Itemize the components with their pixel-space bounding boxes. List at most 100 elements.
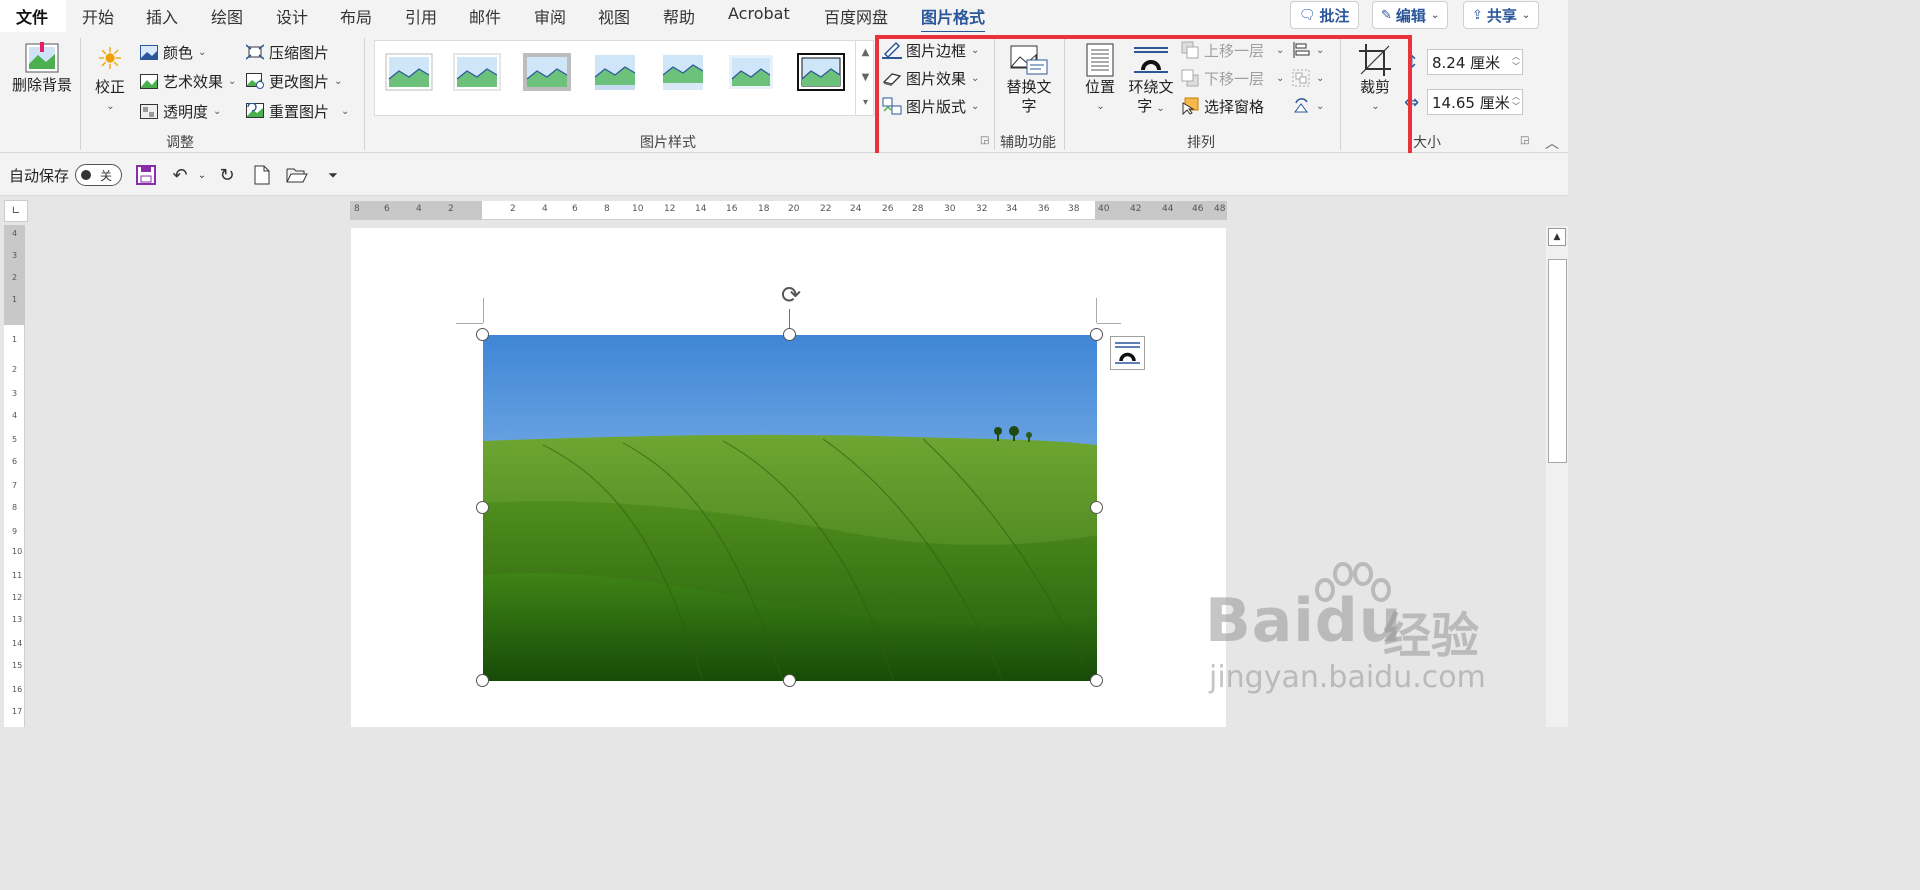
tab-view[interactable]: 视图 (598, 4, 630, 28)
tab-mailings[interactable]: 邮件 (469, 4, 501, 28)
tab-help[interactable]: 帮助 (663, 4, 695, 28)
dialog-launcher-icon[interactable]: ◲ (980, 135, 989, 146)
resize-handle-top-left[interactable] (476, 328, 489, 341)
picture-style-5[interactable] (657, 51, 709, 93)
horizontal-ruler: 864 224 6 8 10 12 14 16 18 20 22 24 26 28 30 32 34… (350, 201, 1227, 220)
width-spinner[interactable]: ︿ ﹀ (1510, 92, 1522, 112)
comments-button[interactable]: 🗨 批注 (1290, 1, 1359, 29)
picture-layout-button[interactable]: 图片版式 ⌄ (882, 94, 979, 118)
rotate-handle-icon[interactable]: ⟳ (776, 281, 806, 309)
change-picture-button[interactable]: 更改图片 ⌄ (245, 69, 342, 93)
corrections-button[interactable]: ☀ 校正 ⌄ (88, 42, 132, 116)
resize-handle-left[interactable] (476, 501, 489, 514)
chevron-down-icon: ⌄ (106, 101, 115, 112)
customize-toolbar-icon[interactable]: ⏷ (321, 163, 345, 187)
send-backward-button[interactable]: 下移一层 ⌄ (1180, 66, 1284, 90)
tab-draw[interactable]: 绘图 (211, 4, 243, 28)
rotate-icon (1291, 97, 1311, 115)
undo-icon[interactable]: ↶ (168, 163, 192, 187)
position-button[interactable]: 位置 ⌄ (1078, 42, 1122, 116)
scroll-thumb[interactable] (1548, 259, 1567, 463)
save-icon[interactable] (134, 163, 158, 187)
remove-background-button[interactable]: 删除背景 (10, 42, 74, 95)
tab-file[interactable]: 文件 (0, 0, 66, 32)
scroll-up-icon[interactable]: ▲ (1548, 228, 1566, 246)
new-document-icon[interactable] (250, 163, 274, 187)
size-dialog-launcher-icon[interactable]: ◲ (1520, 135, 1529, 146)
transparency-label: 透明度 (163, 102, 209, 121)
picture-style-6[interactable] (725, 51, 777, 93)
ribbon: 删除背景 ☀ 校正 ⌄ 颜色 ⌄ 艺术效果 ⌄ 透明度 ⌄ 压缩图片 更改图片 ⌄ 重置… (0, 32, 1568, 181)
tab-references[interactable]: 引用 (405, 4, 437, 28)
tab-baidu-netdisk[interactable]: 百度网盘 (824, 4, 888, 28)
crop-button[interactable]: 裁剪 ⌄ (1352, 42, 1398, 116)
resize-handle-top-right[interactable] (1090, 328, 1103, 341)
bring-forward-icon (1180, 41, 1200, 59)
group-objects-button[interactable]: ⌄ (1291, 66, 1324, 90)
picture-style-thumbnail (453, 53, 501, 91)
reset-picture-button[interactable]: 重置图片 ⌄ (245, 99, 349, 123)
tab-review[interactable]: 审阅 (534, 4, 566, 28)
resize-handle-bottom-left[interactable] (476, 674, 489, 687)
picture-style-7[interactable] (795, 51, 847, 93)
picture-border-button[interactable]: 图片边框 ⌄ (882, 38, 979, 62)
color-button[interactable]: 颜色 ⌄ (139, 40, 206, 64)
chevron-down-icon: ⌄ (1096, 101, 1105, 112)
compress-pictures-button[interactable]: 压缩图片 (245, 40, 329, 64)
height-field[interactable]: 8.24 厘米 ︿ ﹀ (1427, 49, 1523, 75)
picture-styles-group-label: 图片样式 (640, 135, 696, 151)
selected-picture[interactable] (483, 335, 1097, 681)
chevron-down-icon: ⌄ (1316, 72, 1325, 84)
resize-handle-bottom-right[interactable] (1090, 674, 1103, 687)
redo-icon[interactable]: ↻ (215, 163, 239, 187)
tab-acrobat[interactable]: Acrobat (728, 4, 790, 23)
picture-style-3[interactable] (521, 51, 573, 93)
autosave-state: 关 (100, 169, 113, 183)
gallery-scroll-up-icon[interactable]: ▲ (855, 40, 875, 65)
tab-layout[interactable]: 布局 (340, 4, 372, 28)
vertical-scrollbar[interactable]: ▲ (1546, 226, 1568, 727)
rotate-button[interactable]: ⌄ (1291, 94, 1324, 118)
resize-handle-bottom[interactable] (783, 674, 796, 687)
share-button[interactable]: ⇪ 共享 ⌄ (1463, 1, 1540, 29)
tab-selector-icon[interactable]: ∟ (4, 200, 28, 222)
editing-button[interactable]: ✎ 编辑 ⌄ (1372, 1, 1449, 29)
alt-text-button[interactable]: 替换文字 (1006, 42, 1052, 116)
bring-forward-button[interactable]: 上移一层 ⌄ (1180, 38, 1284, 62)
picture-style-1[interactable] (383, 51, 435, 93)
picture-styles-gallery (374, 40, 874, 116)
height-spinner[interactable]: ︿ ﹀ (1510, 52, 1522, 72)
picture-style-4[interactable] (589, 51, 641, 93)
wrap-text-button[interactable]: 环绕文 字 ⌄ (1124, 42, 1178, 118)
tab-home[interactable]: 开始 (82, 4, 114, 28)
tab-insert[interactable]: 插入 (146, 4, 178, 28)
width-field[interactable]: 14.65 厘米 ︿ ﹀ (1427, 89, 1523, 115)
undo-dropdown-icon[interactable]: ⌄ (190, 163, 214, 187)
gallery-scroll-down-icon[interactable]: ▼ (855, 65, 875, 90)
open-folder-icon[interactable] (285, 163, 309, 187)
autosave-toggle[interactable]: 关 (75, 164, 122, 186)
gallery-more-icon[interactable]: ▾ (855, 90, 875, 115)
chevron-down-icon: ⌄ (1316, 44, 1325, 56)
layout-options-button[interactable] (1110, 336, 1145, 370)
selection-pane-button[interactable]: 选择窗格 (1180, 94, 1264, 118)
crop-label: 裁剪 (1359, 78, 1390, 96)
resize-handle-right[interactable] (1090, 501, 1103, 514)
pencil-icon: ✎ (1381, 7, 1392, 23)
styles-gallery-scroll: ▲ ▼ ▾ (855, 40, 875, 116)
tab-picture-format[interactable]: 图片格式 (921, 4, 986, 34)
tab-design[interactable]: 设计 (276, 4, 308, 28)
send-backward-label: 下移一层 (1204, 69, 1265, 88)
chevron-down-icon: ⌄ (1276, 44, 1285, 56)
margin-mark (456, 323, 483, 324)
picture-effects-button[interactable]: 图片效果 ⌄ (882, 66, 979, 90)
transparency-button[interactable]: 透明度 ⌄ (139, 99, 221, 123)
resize-handle-top[interactable] (783, 328, 796, 341)
collapse-ribbon-icon[interactable]: ︿ (1545, 133, 1559, 153)
arrange-group-label: 排列 (1187, 135, 1215, 151)
align-button[interactable]: ⌄ (1291, 38, 1324, 62)
comment-icon: 🗨 (1299, 7, 1316, 23)
picture-style-2[interactable] (451, 51, 503, 93)
artistic-effects-label: 艺术效果 (163, 72, 224, 91)
artistic-effects-button[interactable]: 艺术效果 ⌄ (139, 69, 236, 93)
